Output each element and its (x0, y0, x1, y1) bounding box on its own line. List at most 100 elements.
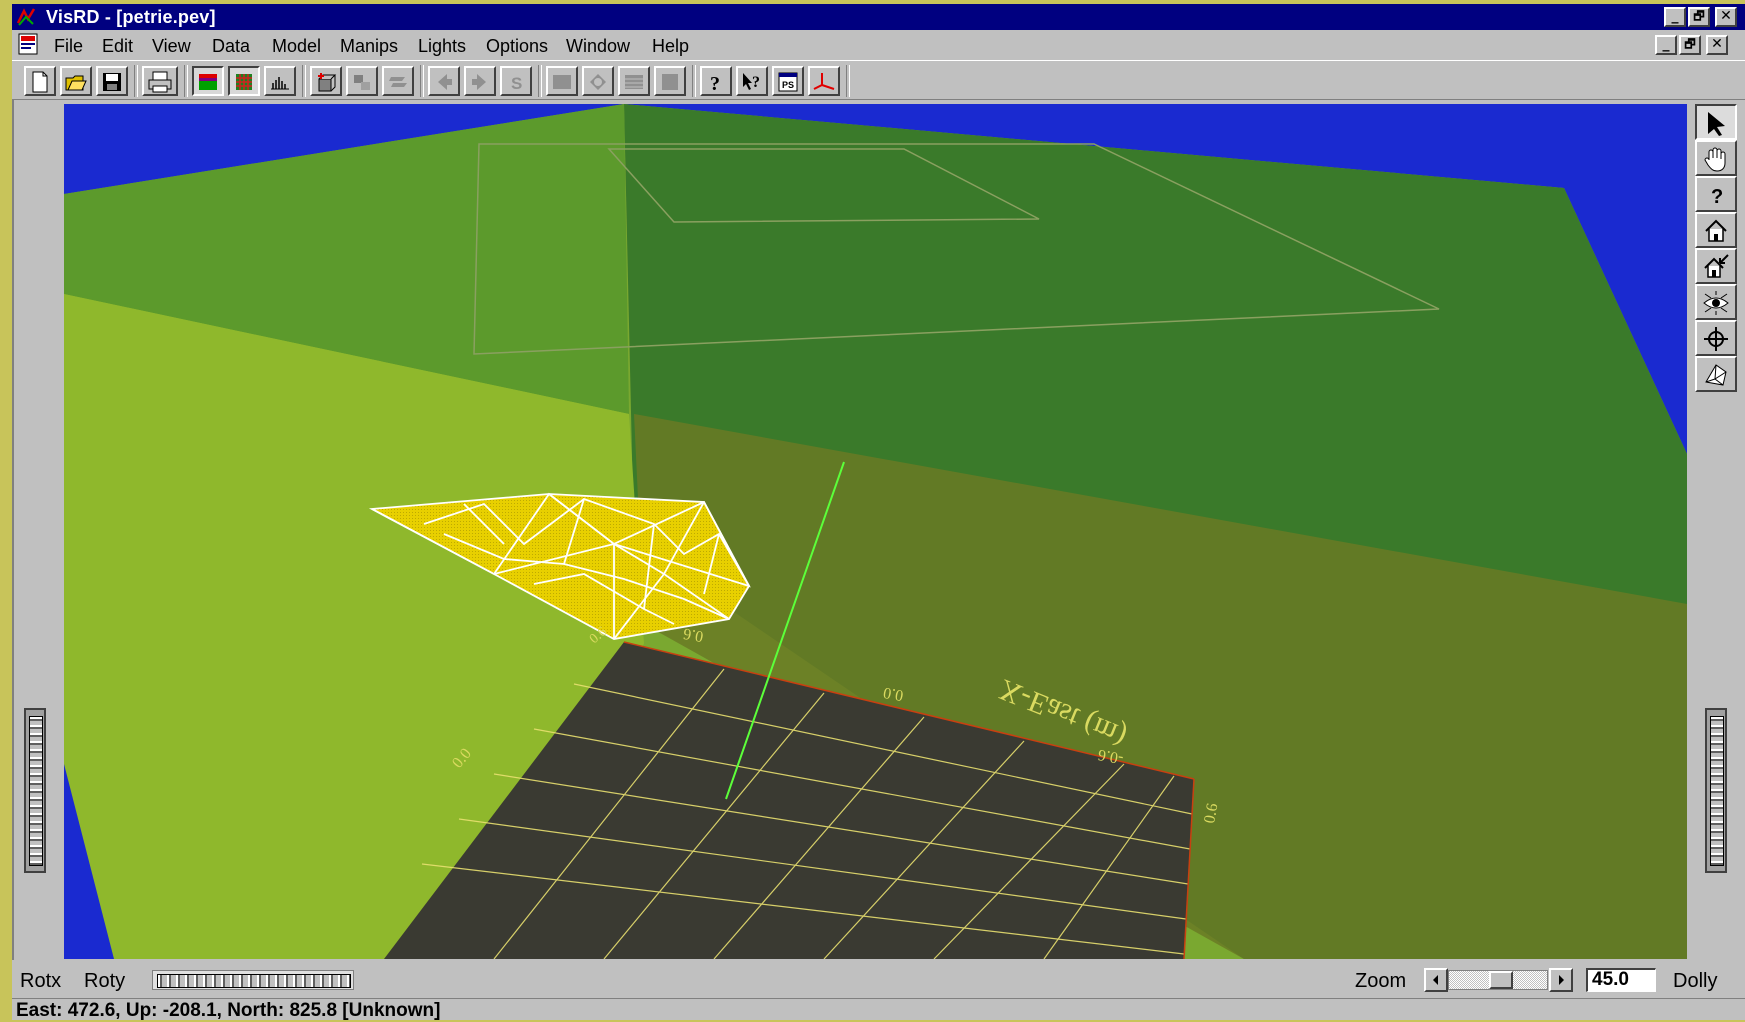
coordinate-status: East: 472.6, Up: -208.1, North: 825.8 [U… (16, 1000, 441, 1021)
menu-manips[interactable]: Manips (340, 36, 398, 57)
axes-icon (813, 73, 835, 90)
zoom-decrease-button[interactable] (1424, 968, 1448, 992)
rectangle-button[interactable] (546, 66, 578, 96)
s-button[interactable]: S (500, 66, 532, 96)
viewer-controls-bar: Rotx Roty Zoom 45.0 Dolly (12, 960, 1745, 998)
tick-label: 0.6 (682, 625, 705, 645)
zoom-value-field[interactable]: 45.0 (1586, 968, 1656, 992)
postscript-button[interactable]: PS (772, 66, 804, 96)
title-bar: VisRD - [petrie.pev] _ 🗗 ✕ (12, 4, 1745, 30)
svg-text:?: ? (752, 74, 760, 91)
roty-label: Roty (84, 970, 126, 992)
pan-tool-button[interactable] (1695, 140, 1737, 176)
menu-window[interactable]: Window (566, 36, 630, 57)
rotx-thumbwheel[interactable] (24, 708, 46, 873)
pattern-icon (625, 75, 643, 89)
toolbar-separator (420, 65, 424, 97)
close-button[interactable]: ✕ (1715, 7, 1737, 27)
zoom-label: Zoom (1355, 970, 1407, 992)
zoom-slider-thumb[interactable] (1489, 971, 1513, 989)
toolbar-separator (184, 65, 188, 97)
pan-hand-icon (1704, 147, 1726, 172)
toolbar-separator (134, 65, 138, 97)
menu-lights[interactable]: Lights (418, 36, 466, 57)
arrow-right-icon (1559, 975, 1564, 985)
stack-objects-button[interactable] (382, 66, 414, 96)
help-icon: ? (710, 73, 720, 93)
3d-viewport[interactable]: X-East (m) 0.6 0.0 -0.6 0.0 0.6 0.6 (64, 104, 1687, 959)
status-bar: East: 472.6, Up: -208.1, North: 825.8 [U… (12, 998, 1745, 1021)
shape-icon (590, 74, 606, 90)
context-help-button[interactable]: ? (736, 66, 768, 96)
save-button[interactable] (96, 66, 128, 96)
toolbar-separator (846, 65, 850, 97)
seek-crosshair-icon (1704, 327, 1728, 351)
postscript-icon: PS (778, 72, 798, 92)
textured-render-button[interactable] (228, 66, 260, 96)
doc-minimize-button[interactable]: _ (1655, 35, 1677, 55)
menu-options[interactable]: Options (486, 36, 548, 57)
doc-restore-button[interactable]: 🗗 (1679, 35, 1701, 55)
add-object-icon (318, 73, 337, 92)
square-icon (662, 74, 678, 90)
open-folder-icon (65, 75, 87, 91)
histogram-icon (271, 77, 289, 90)
new-document-button[interactable] (24, 66, 56, 96)
group-objects-button[interactable] (346, 66, 378, 96)
square-button[interactable] (654, 66, 686, 96)
menu-file[interactable]: File (54, 36, 83, 57)
solid-render-button[interactable] (192, 66, 224, 96)
viewer-tools-panel: ? (1687, 100, 1745, 960)
restore-button[interactable]: 🗗 (1688, 7, 1710, 27)
context-help-icon: ? (743, 73, 760, 91)
pattern-button[interactable] (618, 66, 650, 96)
rotx-label: Rotx (20, 970, 62, 992)
perspective-toggle-button[interactable] (1695, 356, 1737, 392)
histogram-button[interactable] (264, 66, 296, 96)
dolly-thumbwheel[interactable] (1705, 708, 1727, 873)
doc-close-button[interactable]: ✕ (1706, 35, 1728, 55)
perspective-icon (1705, 364, 1727, 386)
query-tool-button[interactable]: ? (1695, 176, 1737, 212)
step-forward-icon (472, 74, 486, 90)
save-disk-icon (103, 73, 121, 91)
svg-text:?: ? (710, 73, 720, 93)
menu-edit[interactable]: Edit (102, 36, 133, 57)
document-icon[interactable] (17, 33, 39, 55)
s-icon: S (511, 74, 522, 93)
minimize-button[interactable]: _ (1664, 7, 1686, 27)
select-tool-button[interactable] (1695, 104, 1737, 140)
home-view-button[interactable] (1695, 212, 1737, 248)
menu-data[interactable]: Data (212, 36, 250, 57)
add-object-button[interactable] (310, 66, 342, 96)
scene-canvas: X-East (m) 0.6 0.0 -0.6 0.0 0.6 0.6 (64, 104, 1687, 959)
svg-text:S: S (511, 74, 522, 93)
open-button[interactable] (60, 66, 92, 96)
print-button[interactable] (142, 66, 178, 96)
roty-thumbwheel[interactable] (152, 970, 354, 990)
textured-render-icon (236, 74, 252, 90)
step-forward-button[interactable] (464, 66, 496, 96)
set-home-icon (1704, 254, 1729, 278)
toolbar-separator (538, 65, 542, 97)
zoom-slider-track[interactable] (1448, 970, 1548, 990)
seek-tool-button[interactable] (1695, 320, 1737, 356)
new-document-icon (32, 71, 48, 93)
menu-bar: File Edit View Data Model Manips Lights … (12, 30, 1745, 60)
step-back-button[interactable] (428, 66, 460, 96)
view-all-button[interactable] (1695, 284, 1737, 320)
shape-button[interactable] (582, 66, 614, 96)
group-objects-icon (354, 75, 370, 90)
axes-button[interactable] (808, 66, 840, 96)
application-window: VisRD - [petrie.pev] _ 🗗 ✕ File Edit Vie… (12, 4, 1745, 1021)
menu-help[interactable]: Help (652, 36, 689, 57)
dolly-label: Dolly (1673, 970, 1718, 992)
menu-model[interactable]: Model (272, 36, 321, 57)
left-panel (12, 100, 64, 960)
stack-objects-icon (389, 77, 407, 87)
help-button[interactable]: ? (700, 66, 732, 96)
view-all-icon (1703, 291, 1729, 315)
zoom-increase-button[interactable] (1549, 968, 1573, 992)
menu-view[interactable]: View (152, 36, 191, 57)
set-home-button[interactable] (1695, 248, 1737, 284)
